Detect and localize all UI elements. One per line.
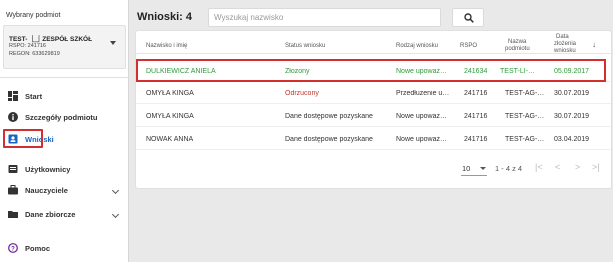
help-icon: ? [8, 243, 18, 253]
nav-help[interactable]: ? Pomoc [0, 238, 129, 258]
nav-aggregate-data[interactable]: Dane zbiorcze [0, 204, 129, 224]
cell-type: Nowe upoważ… [396, 113, 447, 120]
dashboard-icon [8, 91, 18, 101]
header-divider [136, 53, 611, 54]
chevron-down-icon [111, 210, 120, 219]
col-header-entity-line1: Nazwa [508, 39, 527, 45]
briefcase-icon [8, 185, 18, 195]
cell-rspo: 241716 [464, 90, 488, 97]
page-size-select[interactable]: 10 [462, 164, 470, 173]
col-header-status[interactable]: Status wniosku [285, 43, 325, 50]
cell-rspo: 241716 [464, 136, 488, 143]
col-header-type[interactable]: Rodzaj wniosku [396, 43, 438, 50]
entity-regon: REGON: 633629819 [9, 51, 60, 57]
nav-start-label: Start [25, 92, 43, 101]
first-page-button[interactable]: |< [535, 162, 543, 172]
info-icon [8, 112, 18, 122]
cell-rspo: 241716 [464, 113, 488, 120]
col-header-entity-line2: podmiotu [505, 46, 530, 52]
col-header-date[interactable]: Data złożenia wniosku [554, 34, 576, 55]
row-divider [136, 103, 611, 104]
nav-start[interactable]: Start [0, 86, 129, 106]
cell-date: 30.07.2019 [554, 90, 590, 97]
search-input[interactable] [208, 8, 441, 27]
col-header-date-line1: Data [556, 34, 569, 40]
search-button[interactable] [452, 8, 484, 27]
col-header-name[interactable]: Nazwisko i imię [146, 43, 187, 50]
last-page-button[interactable]: >| [592, 162, 600, 172]
cell-date: 03.04.2019 [554, 136, 590, 143]
cell-type: Nowe upoważ… [396, 136, 447, 143]
entity-rspo: RSPO: 241716 [9, 43, 46, 49]
nav-teachers[interactable]: Nauczyciele [0, 180, 129, 200]
svg-text:?: ? [11, 246, 15, 252]
next-page-button[interactable]: > [575, 162, 580, 172]
nav-teachers-label: Nauczyciele [25, 186, 68, 195]
sort-arrow-down-icon[interactable]: ↓ [592, 40, 596, 49]
sidebar: Wybrany podmiot TEST- ⎿⏌ZESPÓŁ SZKÓŁ RSP… [0, 0, 129, 262]
row-highlight-frame [136, 59, 606, 82]
folder-icon [8, 211, 18, 218]
cell-status: Dane dostępowe pozyskane [285, 113, 373, 120]
entity-name: TEST- ⎿⏌ZESPÓŁ SZKÓŁ [9, 36, 93, 43]
cell-entity: TEST-AG-… [505, 113, 545, 120]
nav-entity-details[interactable]: Szczegóły podmiotu [0, 107, 129, 127]
col-header-date-line2: złożenia [554, 41, 577, 47]
cell-status: Odrzucony [285, 90, 319, 97]
nav-entity-details-label: Szczegóły podmiotu [25, 113, 98, 122]
table-row[interactable]: OMYŁA KINGA Dane dostępowe pozyskane Now… [136, 105, 611, 127]
cell-entity: TEST-AG-… [505, 136, 545, 143]
col-header-rspo[interactable]: RSPO [460, 43, 477, 50]
search-icon [464, 13, 474, 23]
row-divider [136, 149, 611, 150]
caret-down-icon[interactable] [480, 167, 486, 170]
cell-status: Dane dostępowe pozyskane [285, 136, 373, 143]
cell-date: 30.07.2019 [554, 113, 590, 120]
caret-down-icon [110, 41, 116, 45]
applications-table: Nazwisko i imię Status wniosku Rodzaj wn… [136, 31, 611, 188]
page-size-underline [461, 175, 487, 176]
selected-entity-caption: Wybrany podmiot [6, 12, 61, 19]
col-header-entity[interactable]: Nazwa podmiotu [505, 39, 530, 53]
nav-highlight-frame [3, 129, 43, 148]
chevron-down-icon [111, 186, 120, 195]
prev-page-button[interactable]: < [555, 162, 560, 172]
nav-help-label: Pomoc [25, 244, 51, 253]
table-row[interactable]: NOWAK ANNA Dane dostępowe pozyskane Nowe… [136, 128, 611, 150]
page-title: Wnioski: 4 [137, 11, 193, 23]
cell-entity: TEST-AG-… [505, 90, 545, 97]
cell-name: OMYŁA KINGA [146, 113, 194, 120]
entity-selector[interactable]: TEST- ⎿⏌ZESPÓŁ SZKÓŁ RSPO: 241716 REGON:… [3, 25, 126, 69]
pagination-range: 1 - 4 z 4 [495, 164, 523, 173]
users-icon [8, 165, 18, 173]
table-row[interactable]: OMYŁA KINGA Odrzucony Przedłużenie u… 24… [136, 82, 611, 104]
divider [0, 77, 129, 78]
row-divider [136, 126, 611, 127]
cell-name: NOWAK ANNA [146, 136, 194, 143]
nav-aggregate-data-label: Dane zbiorcze [25, 210, 76, 219]
cell-type: Przedłużenie u… [396, 90, 450, 97]
nav-users-label: Użytkownicy [25, 165, 71, 174]
cell-name: OMYŁA KINGA [146, 90, 194, 97]
nav-users[interactable]: Użytkownicy [0, 159, 129, 179]
